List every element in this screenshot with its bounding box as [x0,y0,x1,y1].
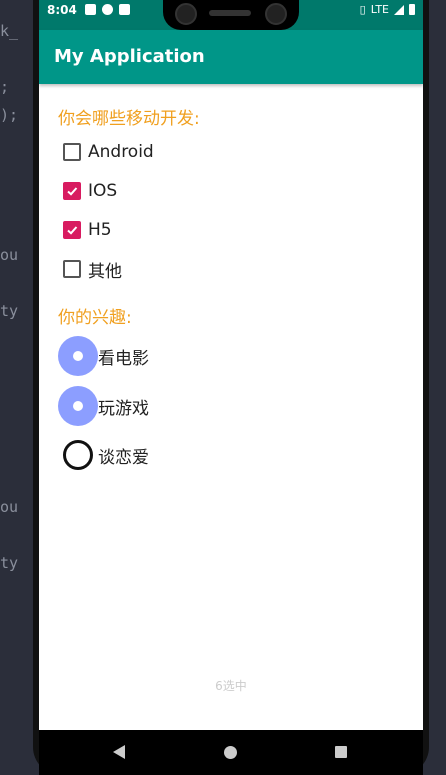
checkbox-h5[interactable]: H5 [63,217,112,243]
checkbox-box[interactable] [63,260,81,278]
network-type: LTE [370,3,389,16]
notification-icons [85,4,130,15]
checkbox-android[interactable]: Android [63,139,154,165]
ide-code-fragment: ty [0,554,19,572]
radio-button[interactable] [58,435,98,475]
navigation-bar [39,730,423,775]
battery-icon [409,4,415,15]
checkbox-box[interactable] [63,143,81,161]
front-camera-icon [175,3,197,25]
radio-movies[interactable]: 看电影 [58,336,149,376]
vibrate-icon: ▯ [359,3,366,16]
radio-label: 看电影 [98,348,149,369]
checkbox-box[interactable] [63,182,81,200]
check-icon [67,187,78,196]
checkbox-label: 其他 [88,261,122,282]
camera-notch [163,0,299,30]
ide-code-fragment: ty [0,302,19,320]
back-icon[interactable] [113,745,125,759]
ide-code-fragment: ); [0,106,19,124]
radio-games[interactable]: 玩游戏 [58,386,149,426]
checkbox-label: IOS [88,181,118,201]
checkbox-box[interactable] [63,221,81,239]
radio-button[interactable] [58,336,98,376]
app-bar: My Application [39,30,423,84]
sd-card-icon [119,4,130,15]
radio-label: 玩游戏 [98,398,149,419]
radio-dot-icon [73,351,83,361]
radio-button[interactable] [58,386,98,426]
phone-screen: 8:04 ▯ LTE My Application 你会哪些移动开发: Andr… [39,0,423,775]
check-icon [67,226,78,235]
app-title: My Application [54,46,205,67]
hobby-section-title: 你的兴趣: [58,308,132,328]
radio-label: 谈恋爱 [98,447,149,468]
notification-p-icon [102,4,113,15]
status-bar: 8:04 ▯ LTE [39,0,423,30]
main-content: 你会哪些移动开发: Android IOS H5 其他 你的兴趣: 看电影 玩游… [39,84,423,730]
radio-dot-icon [73,401,83,411]
checkbox-ios[interactable]: IOS [63,178,117,204]
ide-code-fragment: ou [0,498,19,516]
radio-dating[interactable]: 谈恋爱 [58,435,149,475]
checkbox-other[interactable]: 其他 [63,256,122,282]
selection-count-text: 6选中 [215,679,247,693]
signal-icon [394,4,404,15]
status-time: 8:04 [47,3,77,17]
checkbox-label: H5 [88,220,112,240]
ide-code-fragment: ou [0,246,19,264]
ide-code-fragment: k_ [0,22,19,40]
checkbox-label: Android [88,142,154,162]
mobile-section-title: 你会哪些移动开发: [58,109,200,129]
ide-code-fragment: ; [0,78,10,96]
speaker-grille [209,10,251,16]
status-right-icons: ▯ LTE [360,3,415,16]
front-sensor-icon [265,3,287,25]
recent-apps-icon[interactable] [335,746,347,758]
notification-a-icon [85,4,96,15]
home-icon[interactable] [224,746,237,759]
